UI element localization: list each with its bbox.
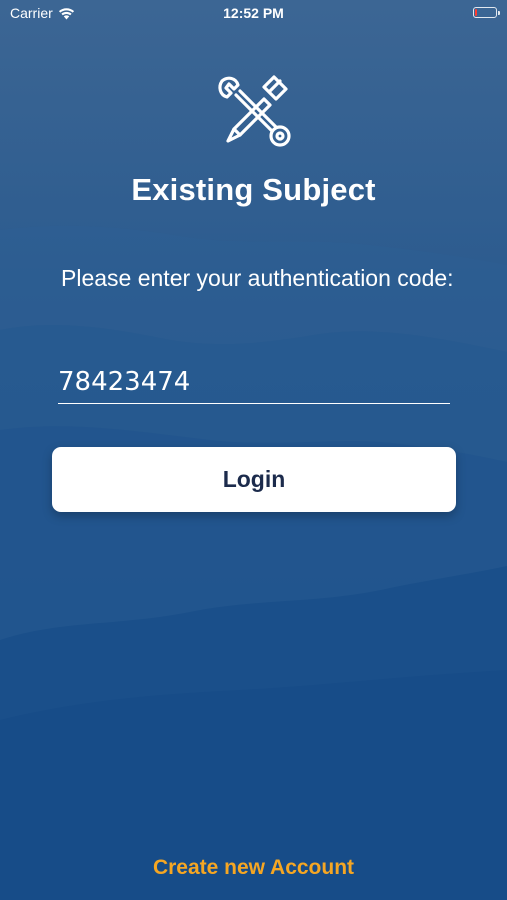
battery-icon xyxy=(473,7,500,18)
create-account-link[interactable]: Create new Account xyxy=(0,856,507,880)
battery-level xyxy=(475,9,477,16)
auth-code-input[interactable] xyxy=(58,360,450,404)
page-title: Existing Subject xyxy=(131,172,376,207)
wrench-screwdriver-icon xyxy=(218,75,291,147)
status-time: 12:52 PM xyxy=(223,5,284,21)
login-button[interactable]: Login xyxy=(52,447,456,512)
status-bar: Carrier 12:52 PM xyxy=(0,0,507,28)
auth-code-prompt: Please enter your authentication code: xyxy=(61,265,454,291)
